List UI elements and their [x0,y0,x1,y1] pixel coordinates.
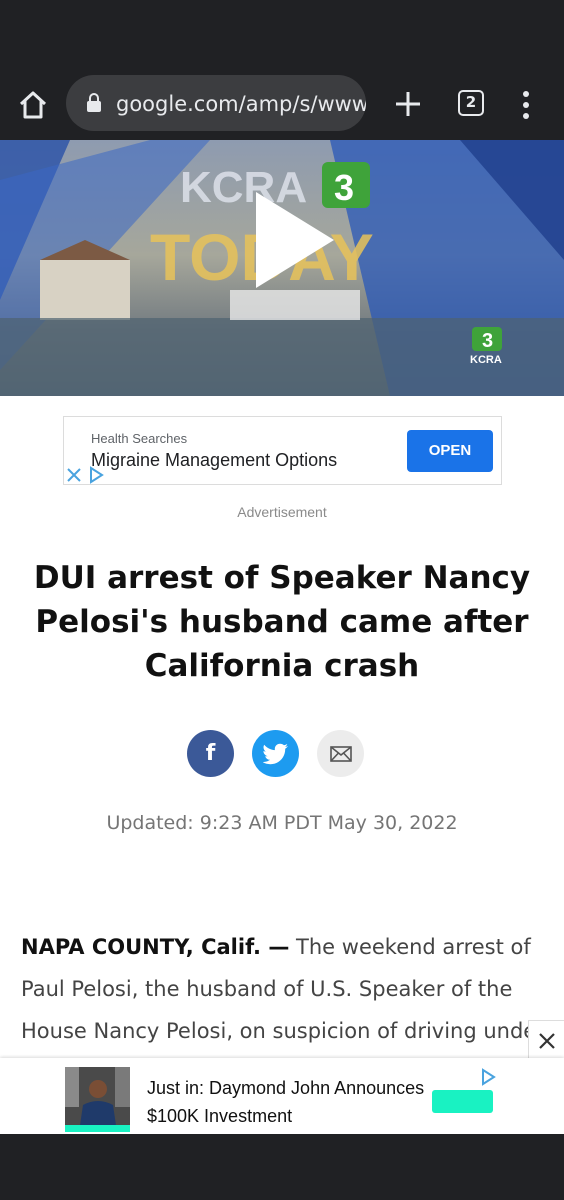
banner-ad[interactable]: Health Searches Migraine Management Opti… [63,416,502,485]
facebook-icon: f [205,741,216,766]
sticky-ad-text[interactable]: Just in: Daymond John Announces $100K In… [147,1074,427,1130]
email-icon [329,745,352,762]
ad-thumbnail-image [65,1067,130,1132]
twitter-share-button[interactable] [252,730,299,777]
lock-icon [86,93,102,113]
browser-toolbar: google.com/amp/s/www 2 [0,68,564,140]
new-tab-icon[interactable] [392,88,424,120]
ad-small-text: Health Searches [91,431,188,446]
status-bar [0,0,564,68]
video-corner-channel: 3 [482,330,493,352]
article-dateline: NAPA COUNTY, Calif. — [21,935,290,959]
ad-choices-icon[interactable] [86,465,106,485]
system-nav-bar [0,1134,564,1200]
address-bar[interactable]: google.com/amp/s/www [66,75,366,131]
sticky-ad[interactable]: Just in: Daymond John Announces $100K In… [0,1058,564,1134]
ad-title[interactable]: Migraine Management Options [91,450,337,471]
home-icon[interactable] [14,86,52,124]
overflow-menu-icon[interactable] [514,88,538,122]
sticky-ad-close-button[interactable] [528,1020,564,1060]
ad-choices-icon[interactable] [478,1067,498,1087]
close-icon[interactable] [64,465,84,485]
twitter-icon [262,743,288,764]
video-corner-logo: KCRA [470,354,502,366]
advertisement-label: Advertisement [237,504,327,520]
ad-open-button[interactable]: OPEN [407,430,493,472]
close-icon [538,1032,555,1049]
email-share-button[interactable] [317,730,364,777]
url-text: google.com/amp/s/www [116,92,366,116]
tab-switcher-button[interactable]: 2 [458,90,484,116]
play-icon[interactable] [250,190,340,290]
sticky-ad-cta-button[interactable] [432,1090,493,1113]
updated-timestamp: Updated: 9:23 AM PDT May 30, 2022 [106,812,458,834]
video-player[interactable]: KCRA 3 TODAY 3 KCRA [0,140,564,396]
article-headline: DUI arrest of Speaker Nancy Pelosi's hus… [33,560,531,684]
facebook-share-button[interactable]: f [187,730,234,777]
